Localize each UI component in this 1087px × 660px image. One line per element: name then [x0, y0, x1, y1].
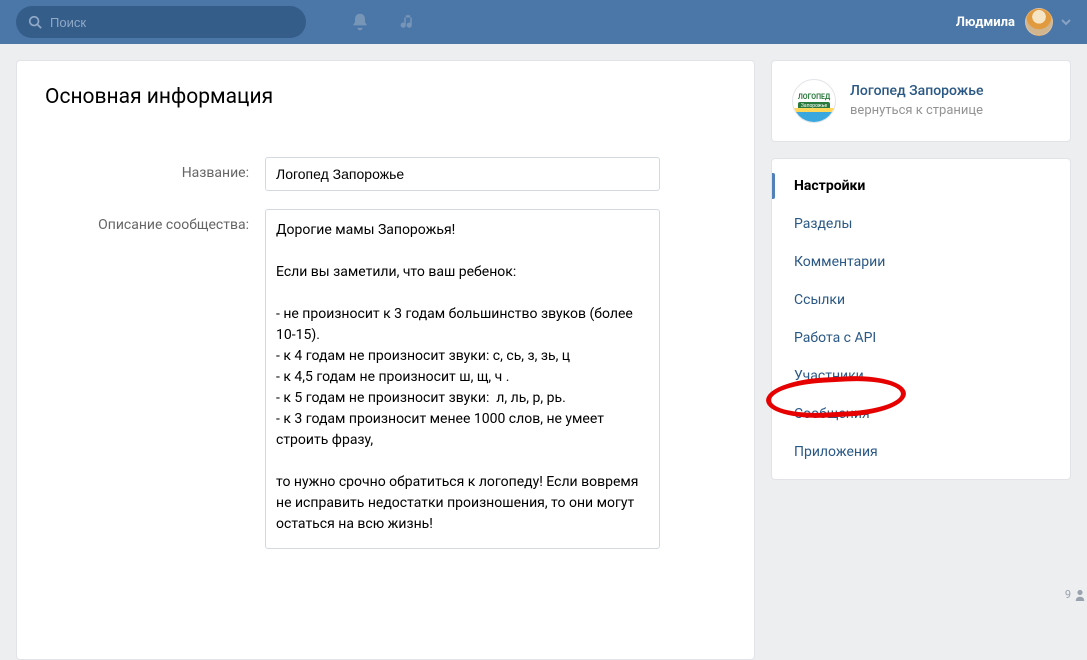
topbar: Людмила [0, 0, 1087, 44]
chevron-down-icon [1061, 17, 1071, 27]
search-box[interactable] [16, 6, 306, 38]
group-name: Логопед Запорожье [850, 82, 983, 102]
description-label: Описание сообщества: [45, 209, 265, 553]
form-row-description: Описание сообщества: [45, 209, 726, 553]
notifications-icon[interactable] [336, 12, 384, 32]
menu-item-members[interactable]: Участники [772, 357, 1070, 395]
search-input[interactable] [50, 15, 294, 30]
name-label: Название: [45, 157, 265, 191]
person-icon [1075, 589, 1085, 601]
menu-item-api[interactable]: Работа с API [772, 319, 1070, 357]
group-logo: ЛОГОПЕД Запорожье [792, 79, 836, 123]
back-link[interactable]: вернуться к странице [850, 102, 983, 120]
menu-item-settings[interactable]: Настройки [772, 167, 1070, 205]
group-header-card[interactable]: ЛОГОПЕД Запорожье Логопед Запорожье верн… [771, 60, 1071, 142]
settings-menu: Настройки Разделы Комментарии Ссылки Раб… [771, 158, 1071, 480]
music-icon[interactable] [384, 13, 432, 31]
avatar [1025, 8, 1053, 36]
footer-widget[interactable]: 9 [1065, 588, 1085, 601]
menu-item-links[interactable]: Ссылки [772, 281, 1070, 319]
main-card: Основная информация Название: Описание с… [16, 60, 755, 660]
form-row-name: Название: [45, 157, 726, 191]
name-input[interactable] [265, 157, 660, 191]
user-menu[interactable]: Людмила [956, 0, 1071, 44]
username: Людмила [956, 15, 1015, 30]
sidebar: ЛОГОПЕД Запорожье Логопед Запорожье верн… [771, 60, 1071, 480]
menu-item-sections[interactable]: Разделы [772, 205, 1070, 243]
page-title: Основная информация [45, 85, 726, 109]
menu-item-comments[interactable]: Комментарии [772, 243, 1070, 281]
menu-item-apps[interactable]: Приложения [772, 433, 1070, 471]
search-icon [28, 15, 42, 29]
description-textarea[interactable] [265, 209, 660, 549]
page: Основная информация Название: Описание с… [0, 44, 1087, 660]
menu-item-messages[interactable]: Сообщения [772, 395, 1070, 433]
